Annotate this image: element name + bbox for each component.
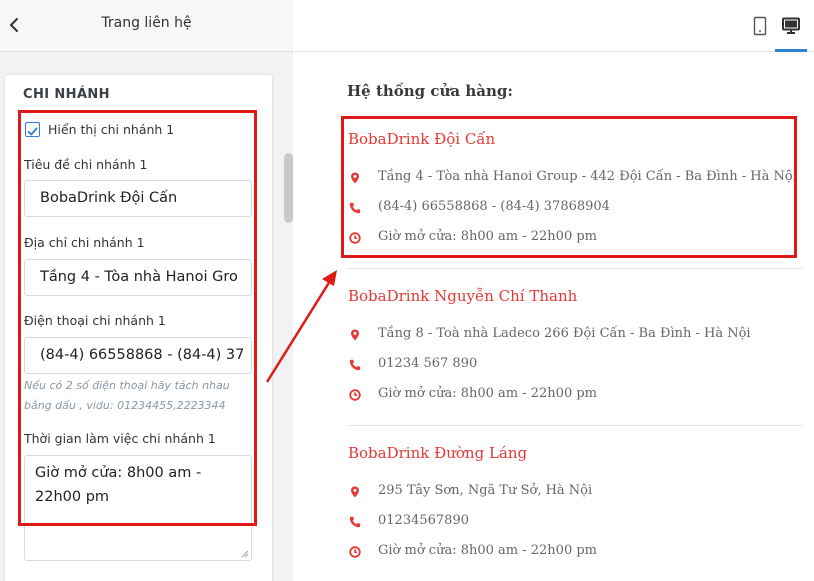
store-divider <box>348 268 803 269</box>
map-marker-icon <box>351 329 359 341</box>
store-address: 295 Tây Sơn, Ngã Tư Sở, Hà Nội <box>378 483 593 498</box>
store-hours: Giờ mở cửa: 8h00 am - 22h00 pm <box>378 386 597 401</box>
map-marker-icon <box>351 486 359 498</box>
scrollbar-track[interactable] <box>281 54 293 581</box>
page-title: Trang liên hệ <box>101 15 192 31</box>
store-divider <box>348 425 803 426</box>
preview-highlight-box <box>341 116 797 258</box>
clock-icon <box>349 546 361 558</box>
store-phone: 01234 567 890 <box>378 356 478 371</box>
store-name[interactable]: BobaDrink Đường Láng <box>348 444 527 462</box>
phone-icon <box>349 359 361 371</box>
scrollbar-thumb[interactable] <box>284 153 293 223</box>
resize-handle-icon[interactable] <box>241 550 249 558</box>
stores-heading: Hệ thống cửa hàng: <box>347 82 513 100</box>
store-name[interactable]: BobaDrink Nguyễn Chí Thanh <box>348 287 577 305</box>
preview-header <box>294 0 814 52</box>
store-phone: 01234567890 <box>378 513 469 528</box>
section-title: CHI NHÁNH <box>23 87 110 102</box>
store-address: Tầng 8 - Toà nhà Ladeco 266 Đội Cấn - Ba… <box>378 326 751 341</box>
settings-header: Trang liên hệ <box>0 0 293 52</box>
active-device-indicator <box>775 49 807 52</box>
clock-icon <box>349 389 361 401</box>
phone-icon <box>349 516 361 528</box>
form-highlight-box <box>18 110 257 526</box>
mobile-icon[interactable] <box>752 16 768 36</box>
desktop-icon[interactable] <box>781 16 801 36</box>
store-hours: Giờ mở cửa: 8h00 am - 22h00 pm <box>378 543 597 558</box>
